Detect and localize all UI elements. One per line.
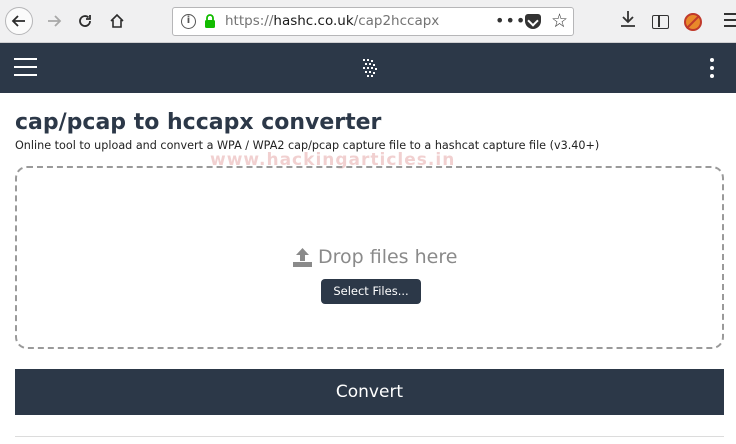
drop-label: Drop files here — [293, 246, 457, 268]
addon-blocker-icon[interactable] — [684, 13, 702, 31]
site-header — [0, 43, 736, 93]
divider — [15, 436, 724, 437]
bookmark-star-icon[interactable]: ☆ — [551, 10, 568, 32]
lock-icon — [205, 14, 215, 28]
site-logo-icon[interactable] — [361, 58, 379, 78]
convert-button[interactable]: Convert — [15, 369, 724, 415]
page-title: cap/pcap to hccapx converter — [15, 110, 382, 135]
site-info-icon[interactable]: i — [181, 14, 196, 29]
home-icon[interactable] — [103, 7, 131, 35]
drop-label-text: Drop files here — [318, 246, 458, 268]
pocket-icon[interactable] — [525, 14, 541, 29]
forward-arrow-icon[interactable] — [40, 7, 68, 35]
url-host: hashc.co.uk — [273, 13, 354, 29]
more-options-icon[interactable] — [710, 58, 716, 80]
address-bar[interactable]: i https://hashc.co.uk/cap2hccapx ••• ☆ — [172, 7, 574, 36]
reload-icon[interactable] — [71, 7, 99, 35]
url-text[interactable]: https://hashc.co.uk/cap2hccapx — [225, 13, 439, 29]
browser-toolbar: i https://hashc.co.uk/cap2hccapx ••• ☆ — [0, 0, 736, 43]
download-icon[interactable] — [620, 10, 636, 33]
url-prefix: https:// — [225, 13, 274, 29]
upload-icon — [293, 248, 312, 267]
page-actions-icon[interactable]: ••• — [495, 11, 526, 30]
hamburger-menu-icon[interactable] — [14, 58, 37, 77]
library-icon[interactable] — [652, 15, 669, 29]
browser-menu-icon[interactable] — [724, 13, 736, 31]
url-path: /cap2hccapx — [353, 13, 440, 29]
file-dropzone[interactable]: Drop files here Select Files... — [15, 166, 724, 349]
select-files-button[interactable]: Select Files... — [321, 279, 421, 304]
back-arrow-icon[interactable] — [5, 7, 33, 35]
